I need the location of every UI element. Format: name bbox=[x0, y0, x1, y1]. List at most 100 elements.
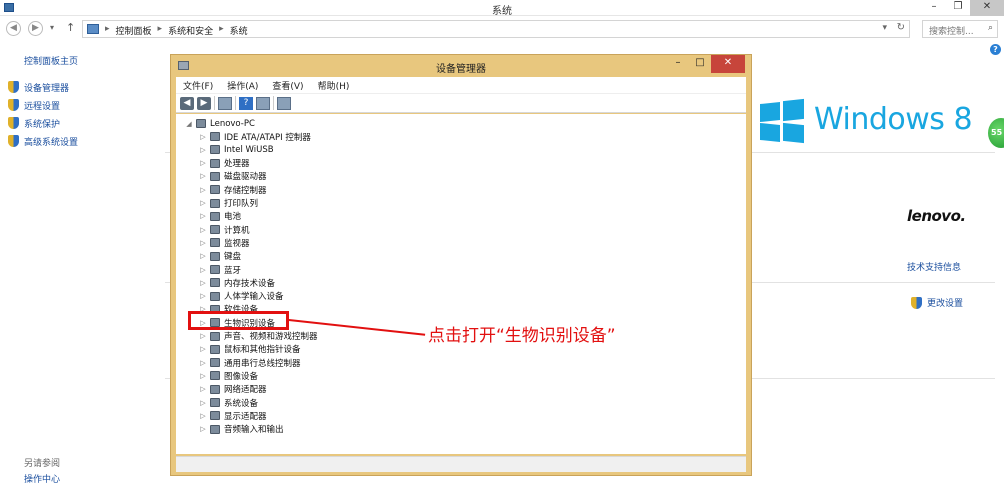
device-category[interactable]: ▷ 电池 bbox=[198, 210, 241, 223]
device-category-icon bbox=[210, 411, 220, 421]
expand-arrow-icon[interactable]: ▷ bbox=[198, 425, 208, 433]
device-category-label: 打印队列 bbox=[224, 199, 259, 209]
expand-arrow-icon[interactable]: ▷ bbox=[198, 385, 208, 393]
toolbar: ◀ ▶ ? bbox=[176, 93, 746, 113]
expand-arrow-icon[interactable]: ▷ bbox=[198, 292, 208, 300]
device-category[interactable]: ▷ Intel WiUSB bbox=[198, 143, 274, 156]
expand-arrow-icon[interactable]: ▷ bbox=[198, 146, 208, 154]
control-panel-home-link[interactable]: 控制面板主页 bbox=[24, 54, 78, 67]
device-category[interactable]: ▷ 监视器 bbox=[198, 236, 250, 249]
expand-arrow-icon[interactable]: ▷ bbox=[198, 226, 208, 234]
device-category-label: 声音、视频和游戏控制器 bbox=[224, 332, 318, 342]
expand-arrow-icon[interactable]: ▷ bbox=[198, 412, 208, 420]
device-category[interactable]: ▷ 蓝牙 bbox=[198, 263, 241, 276]
device-category[interactable]: ▷ 网络适配器 bbox=[198, 383, 267, 396]
expand-arrow-icon[interactable]: ▷ bbox=[198, 332, 208, 340]
minimize-button[interactable]: – bbox=[922, 0, 946, 16]
device-category[interactable]: ▷ 打印队列 bbox=[198, 197, 258, 210]
restore-button[interactable]: ❐ bbox=[946, 0, 970, 16]
expand-arrow-icon[interactable]: ▷ bbox=[198, 279, 208, 287]
expand-arrow-icon[interactable]: ▷ bbox=[198, 172, 208, 180]
address-dropdown-icon[interactable]: ▾ bbox=[882, 23, 887, 33]
computer-icon bbox=[87, 24, 99, 34]
search-input[interactable]: 搜索控制... ⌕ bbox=[922, 20, 998, 38]
device-category[interactable]: ▷ 系统设备 bbox=[198, 396, 258, 409]
device-category-label: 网络适配器 bbox=[224, 385, 267, 396]
expand-arrow-icon[interactable]: ▷ bbox=[198, 159, 208, 167]
shield-icon bbox=[8, 117, 19, 129]
device-category[interactable]: ▷ 鼠标和其他指针设备 bbox=[198, 343, 301, 356]
change-settings-link[interactable]: 更改设置 bbox=[911, 296, 963, 309]
device-category-icon bbox=[210, 238, 220, 248]
breadcrumb-control-panel[interactable]: 控制面板 bbox=[116, 24, 152, 37]
breadcrumb-system[interactable]: 系统 bbox=[230, 24, 248, 37]
collapse-arrow-icon[interactable]: ◢ bbox=[184, 120, 194, 128]
device-category[interactable]: ▷ 图像设备 bbox=[198, 369, 258, 382]
forward-arrow-icon[interactable]: ▶ bbox=[197, 96, 211, 110]
device-category[interactable]: ▷ 通用串行总线控制器 bbox=[198, 356, 301, 369]
device-category[interactable]: ▷ 存储控制器 bbox=[198, 183, 267, 196]
device-category-label: 处理器 bbox=[224, 159, 250, 170]
device-category-label: 系统设备 bbox=[224, 398, 259, 409]
device-category[interactable]: ▷ 人体学输入设备 bbox=[198, 290, 284, 303]
device-category-label: 蓝牙 bbox=[224, 265, 242, 276]
dm-close-button[interactable]: ✕ bbox=[711, 55, 745, 73]
device-category[interactable]: ▷ 音频输入和输出 bbox=[198, 423, 284, 436]
expand-arrow-icon[interactable]: ▷ bbox=[198, 372, 208, 380]
device-category[interactable]: ▷ 显示适配器 bbox=[198, 409, 267, 422]
device-category[interactable]: ▷ 计算机 bbox=[198, 223, 250, 236]
expand-arrow-icon[interactable]: ▷ bbox=[198, 212, 208, 220]
device-category-icon bbox=[210, 158, 220, 168]
expand-arrow-icon[interactable]: ▷ bbox=[198, 199, 208, 207]
expand-arrow-icon[interactable]: ▷ bbox=[198, 133, 208, 141]
expand-arrow-icon[interactable]: ▷ bbox=[198, 252, 208, 260]
scan-hardware-icon[interactable] bbox=[277, 96, 291, 110]
action-center-link[interactable]: 操作中心 bbox=[24, 472, 60, 485]
device-category-icon bbox=[210, 384, 220, 394]
device-manager-controls: – □ ✕ bbox=[667, 55, 745, 73]
tree-root-label: Lenovo-PC bbox=[210, 118, 255, 129]
recent-pages-chevron-icon[interactable]: ▾ bbox=[50, 23, 54, 32]
menu-file[interactable]: 文件(F) bbox=[176, 77, 220, 93]
back-button[interactable]: ◀ bbox=[6, 21, 21, 36]
left-item-device-manager[interactable]: 设备管理器 bbox=[8, 78, 78, 96]
dm-minimize-button[interactable]: – bbox=[667, 55, 689, 73]
device-category[interactable]: ▷ 声音、视频和游戏控制器 bbox=[198, 330, 318, 343]
left-item-remote-settings[interactable]: 远程设置 bbox=[8, 96, 78, 114]
tree-root[interactable]: ◢ Lenovo-PC bbox=[184, 117, 255, 130]
help-icon[interactable]: ? bbox=[239, 96, 253, 110]
device-category[interactable]: ▷ 磁盘驱动器 bbox=[198, 170, 267, 183]
expand-arrow-icon[interactable]: ▷ bbox=[198, 186, 208, 194]
device-category-label: Intel WiUSB bbox=[224, 144, 274, 155]
device-category[interactable]: ▷ 键盘 bbox=[198, 250, 241, 263]
oem-logo: lenovo. bbox=[907, 207, 966, 225]
breadcrumb-system-security[interactable]: 系统和安全 bbox=[168, 24, 213, 37]
show-hide-tree-icon[interactable] bbox=[218, 96, 232, 110]
expand-arrow-icon[interactable]: ▷ bbox=[198, 359, 208, 367]
magnifier-icon[interactable]: ⌕ bbox=[988, 23, 993, 33]
expand-arrow-icon[interactable]: ▷ bbox=[198, 239, 208, 247]
device-category-icon bbox=[210, 398, 220, 407]
menu-action[interactable]: 操作(A) bbox=[220, 77, 265, 93]
expand-arrow-icon[interactable]: ▷ bbox=[198, 399, 208, 407]
expand-arrow-icon[interactable]: ▷ bbox=[198, 345, 208, 353]
menu-help[interactable]: 帮助(H) bbox=[311, 77, 357, 93]
device-manager-window: 设备管理器 – □ ✕ 文件(F) 操作(A) 查看(V) 帮助(H) ◀ ▶ … bbox=[170, 54, 752, 476]
up-arrow-icon[interactable]: ↑ bbox=[66, 21, 75, 34]
refresh-icon[interactable]: ↻ bbox=[897, 22, 905, 33]
address-bar[interactable]: ▸ 控制面板 ▸ 系统和安全 ▸ 系统 ▾ ↻ bbox=[82, 20, 910, 38]
properties-icon[interactable] bbox=[256, 96, 270, 110]
dm-restore-button[interactable]: □ bbox=[689, 55, 711, 73]
left-item-system-protection[interactable]: 系统保护 bbox=[8, 114, 78, 132]
device-category[interactable]: ▷ 处理器 bbox=[198, 157, 250, 170]
close-button[interactable]: ✕ bbox=[970, 0, 1004, 16]
expand-arrow-icon[interactable]: ▷ bbox=[198, 266, 208, 274]
device-category-label: 存储控制器 bbox=[224, 185, 267, 196]
support-info-link[interactable]: 技术支持信息 bbox=[907, 260, 961, 273]
left-item-advanced-settings[interactable]: 高级系统设置 bbox=[8, 132, 78, 150]
forward-button[interactable]: ▶ bbox=[28, 21, 43, 36]
device-category[interactable]: ▷ 内存技术设备 bbox=[198, 276, 275, 289]
menu-view[interactable]: 查看(V) bbox=[265, 77, 310, 93]
back-arrow-icon[interactable]: ◀ bbox=[180, 96, 194, 110]
device-category[interactable]: ▷ IDE ATA/ATAPI 控制器 bbox=[198, 130, 311, 143]
